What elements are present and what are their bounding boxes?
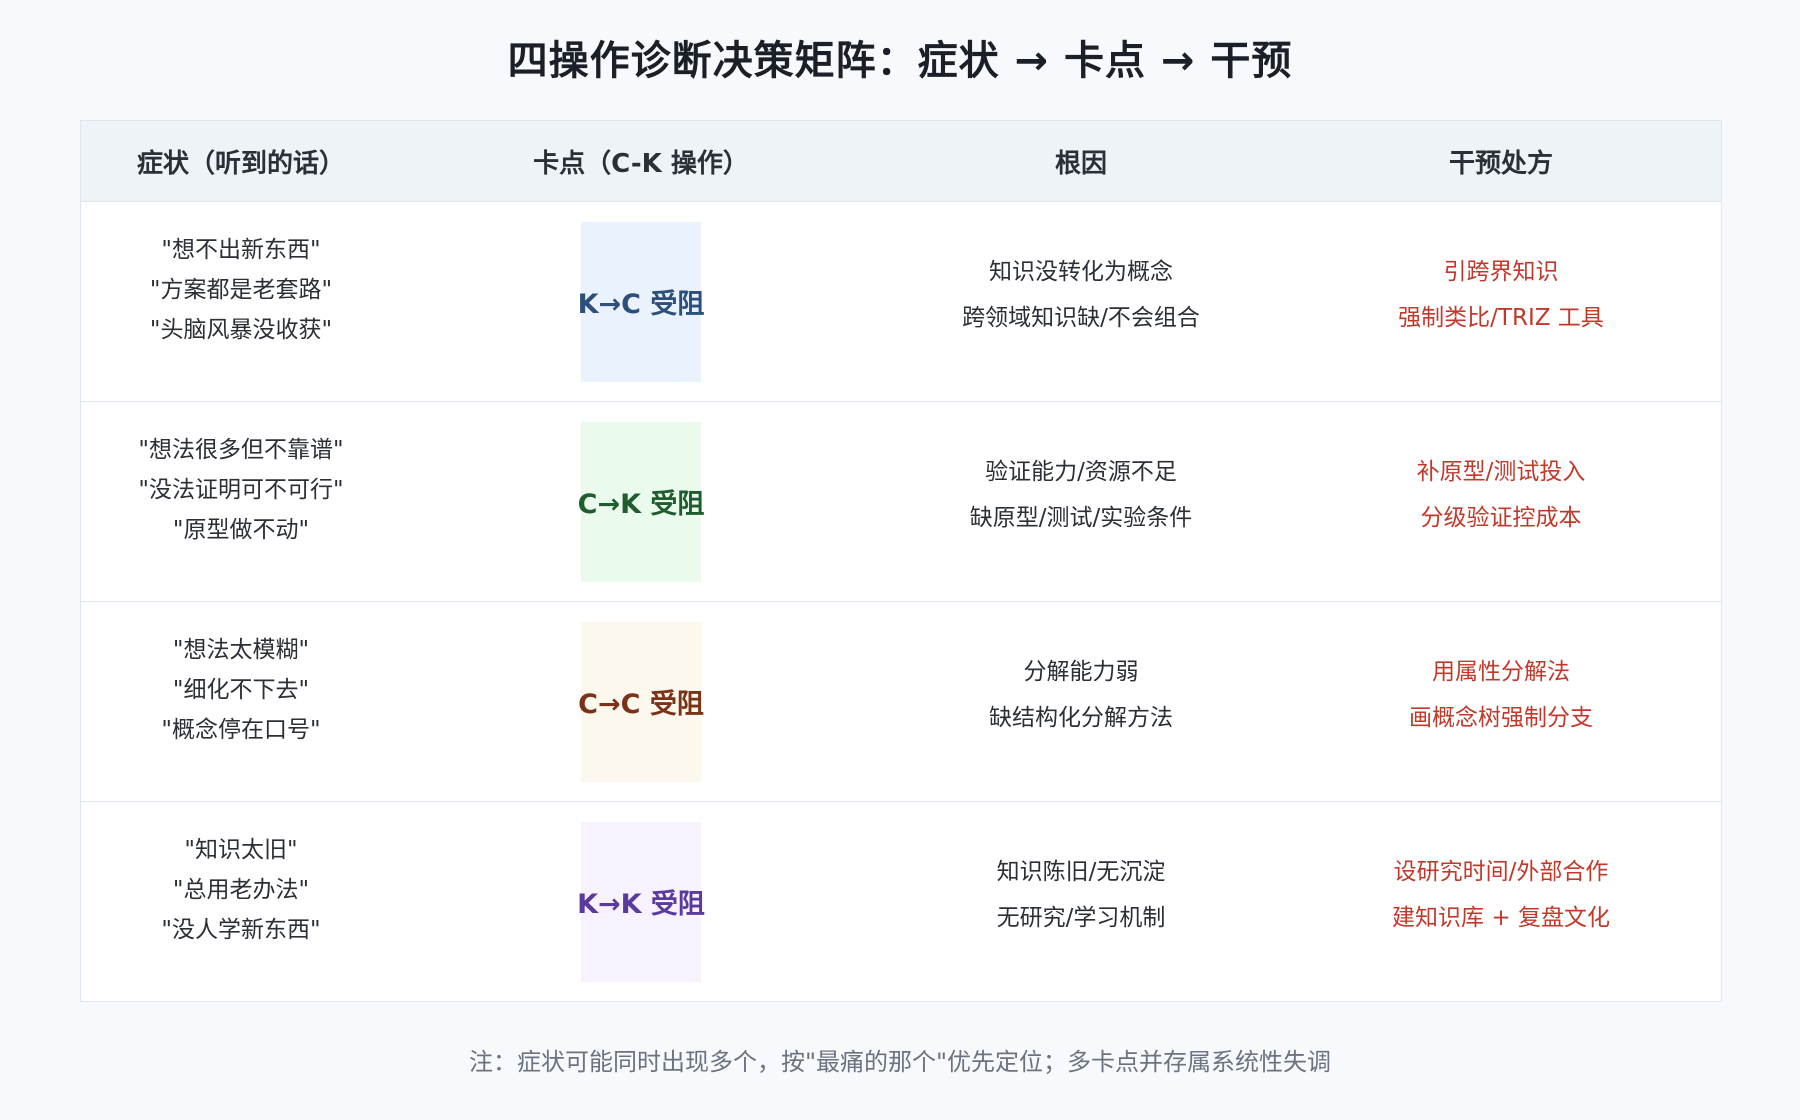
symptom-quote: "没法证明可不可行" bbox=[138, 476, 344, 503]
symptom-cell: "想法很多但不靠谱" "没法证明可不可行" "原型做不动" bbox=[81, 402, 401, 601]
matrix-row: "想法很多但不靠谱" "没法证明可不可行" "原型做不动" C→K 受阻 验证能… bbox=[81, 402, 1721, 602]
symptom-list: "知识太旧" "总用老办法" "没人学新东西" bbox=[161, 830, 320, 950]
root-cause-cell: 分解能力弱 缺结构化分解方法 bbox=[881, 602, 1281, 801]
root-cause-line: 知识陈旧/无沉淀 bbox=[996, 858, 1166, 885]
blocker-badge: K→C 受阻 bbox=[578, 221, 704, 382]
symptom-list: "想不出新东西" "方案都是老套路" "头脑风暴没收获" bbox=[150, 230, 332, 350]
symptom-list: "想法很多但不靠谱" "没法证明可不可行" "原型做不动" bbox=[138, 430, 343, 550]
intervention-cell: 设研究时间/外部合作 建知识库 + 复盘文化 bbox=[1281, 802, 1721, 1001]
root-cause-cell: 验证能力/资源不足 缺原型/测试/实验条件 bbox=[881, 402, 1281, 601]
symptom-quote: "知识太旧" bbox=[184, 836, 298, 863]
intervention-list: 补原型/测试投入 分级验证控成本 bbox=[1417, 449, 1586, 541]
symptom-quote: "总用老办法" bbox=[172, 876, 310, 903]
footnote: 注：症状可能同时出现多个，按"最痛的那个"优先定位；多卡点并存属系统性失调 bbox=[468, 1048, 1332, 1076]
intervention-cell: 引跨界知识 强制类比/TRIZ 工具 bbox=[1281, 202, 1721, 401]
matrix-header: 症状（听到的话） 卡点（C-K 操作） 根因 干预处方 bbox=[81, 121, 1721, 202]
page-title: 四操作诊断决策矩阵：症状 → 卡点 → 干预 bbox=[507, 38, 1293, 84]
matrix-row: "知识太旧" "总用老办法" "没人学新东西" K→K 受阻 知识陈旧/无沉淀 … bbox=[81, 802, 1721, 1001]
symptom-quote: "头脑风暴没收获" bbox=[149, 316, 333, 343]
intervention-line: 建知识库 + 复盘文化 bbox=[1392, 904, 1610, 931]
blocker-cell: C→K 受阻 bbox=[401, 402, 881, 601]
root-cause-list: 验证能力/资源不足 缺原型/测试/实验条件 bbox=[970, 449, 1193, 541]
intervention-cell: 补原型/测试投入 分级验证控成本 bbox=[1281, 402, 1721, 601]
blocker-cell: K→K 受阻 bbox=[401, 802, 881, 1001]
intervention-line: 用属性分解法 bbox=[1432, 658, 1570, 685]
header-symptom: 症状（听到的话） bbox=[136, 148, 345, 179]
symptom-cell: "知识太旧" "总用老办法" "没人学新东西" bbox=[81, 802, 401, 1001]
header-root-cause: 根因 bbox=[1054, 148, 1107, 179]
intervention-line: 设研究时间/外部合作 bbox=[1393, 858, 1609, 885]
symptom-quote: "细化不下去" bbox=[172, 676, 310, 703]
decision-matrix: 症状（听到的话） 卡点（C-K 操作） 根因 干预处方 "想不出新东西" "方案… bbox=[80, 120, 1722, 1002]
header-intervention: 干预处方 bbox=[1448, 148, 1553, 179]
intervention-list: 设研究时间/外部合作 建知识库 + 复盘文化 bbox=[1392, 849, 1610, 941]
blocker-badge: C→K 受阻 bbox=[578, 421, 704, 582]
blocker-cell: K→C 受阻 bbox=[401, 202, 881, 401]
symptom-quote: "概念停在口号" bbox=[161, 716, 321, 743]
intervention-list: 用属性分解法 画概念树强制分支 bbox=[1409, 649, 1593, 741]
header-blocker: 卡点（C-K 操作） bbox=[533, 148, 749, 179]
symptom-quote: "想法太模糊" bbox=[172, 636, 310, 663]
intervention-line: 引跨界知识 bbox=[1443, 258, 1559, 285]
root-cause-line: 无研究/学习机制 bbox=[996, 904, 1166, 931]
symptom-cell: "想法太模糊" "细化不下去" "概念停在口号" bbox=[81, 602, 401, 801]
intervention-list: 引跨界知识 强制类比/TRIZ 工具 bbox=[1398, 249, 1604, 341]
intervention-line: 分级验证控成本 bbox=[1420, 504, 1582, 531]
root-cause-cell: 知识陈旧/无沉淀 无研究/学习机制 bbox=[881, 802, 1281, 1001]
root-cause-line: 缺结构化分解方法 bbox=[989, 704, 1173, 731]
root-cause-cell: 知识没转化为概念 跨领域知识缺/不会组合 bbox=[881, 202, 1281, 401]
page: 四操作诊断决策矩阵：症状 → 卡点 → 干预 症状（听到的话） 卡点（C-K 操… bbox=[0, 0, 1800, 1120]
root-cause-line: 分解能力弱 bbox=[1023, 658, 1139, 685]
root-cause-line: 验证能力/资源不足 bbox=[985, 458, 1177, 485]
matrix-row: "想不出新东西" "方案都是老套路" "头脑风暴没收获" K→C 受阻 知识没转… bbox=[81, 202, 1721, 402]
blocker-cell: C→C 受阻 bbox=[401, 602, 881, 801]
blocker-badge: K→K 受阻 bbox=[577, 821, 705, 982]
symptom-quote: "想法很多但不靠谱" bbox=[138, 436, 344, 463]
root-cause-list: 知识陈旧/无沉淀 无研究/学习机制 bbox=[997, 849, 1166, 941]
root-cause-line: 知识没转化为概念 bbox=[989, 258, 1173, 285]
matrix-row: "想法太模糊" "细化不下去" "概念停在口号" C→C 受阻 分解能力弱 缺结… bbox=[81, 602, 1721, 802]
symptom-quote: "想不出新东西" bbox=[161, 236, 321, 263]
intervention-line: 补原型/测试投入 bbox=[1416, 458, 1586, 485]
symptom-quote: "方案都是老套路" bbox=[149, 276, 333, 303]
blocker-badge: C→C 受阻 bbox=[578, 621, 704, 782]
symptom-cell: "想不出新东西" "方案都是老套路" "头脑风暴没收获" bbox=[81, 202, 401, 401]
intervention-line: 画概念树强制分支 bbox=[1409, 704, 1593, 731]
symptom-list: "想法太模糊" "细化不下去" "概念停在口号" bbox=[161, 630, 320, 750]
symptom-quote: "原型做不动" bbox=[172, 516, 310, 543]
root-cause-line: 跨领域知识缺/不会组合 bbox=[962, 304, 1200, 331]
intervention-cell: 用属性分解法 画概念树强制分支 bbox=[1281, 602, 1721, 801]
root-cause-line: 缺原型/测试/实验条件 bbox=[969, 504, 1193, 531]
symptom-quote: "没人学新东西" bbox=[161, 916, 321, 943]
root-cause-list: 分解能力弱 缺结构化分解方法 bbox=[989, 649, 1173, 741]
root-cause-list: 知识没转化为概念 跨领域知识缺/不会组合 bbox=[962, 249, 1200, 341]
intervention-line: 强制类比/TRIZ 工具 bbox=[1398, 304, 1604, 331]
